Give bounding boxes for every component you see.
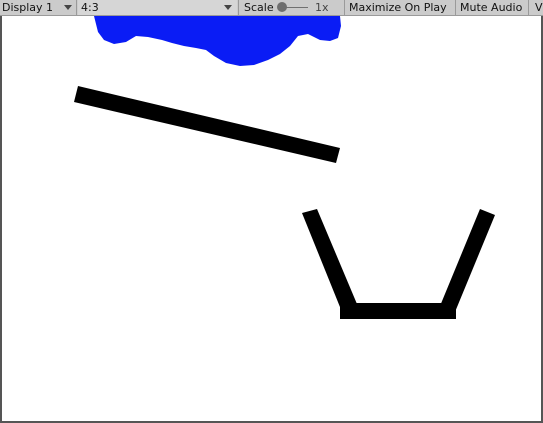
aspect-dropdown[interactable]: 4:3 xyxy=(78,0,237,15)
cup-left-wall xyxy=(302,209,357,312)
inclined-ramp xyxy=(74,86,340,163)
maximize-on-play-toggle[interactable]: Maximize On Play xyxy=(349,0,447,15)
game-scene xyxy=(74,16,495,319)
blue-liquid-blob xyxy=(94,16,341,66)
mute-audio-toggle[interactable]: Mute Audio xyxy=(460,0,522,15)
display-dropdown-arrow-icon[interactable] xyxy=(64,5,72,10)
game-view-canvas[interactable] xyxy=(0,16,543,423)
stats-toggle[interactable]: V xyxy=(535,0,543,15)
cup-bottom xyxy=(340,303,456,319)
scale-slider-thumb[interactable] xyxy=(277,2,287,12)
display-dropdown[interactable]: Display 1 xyxy=(2,0,53,15)
scale-label: Scale xyxy=(244,1,274,14)
toolbar-divider xyxy=(455,0,456,15)
aspect-dropdown-arrow-icon xyxy=(224,5,232,10)
scale-value: 1x xyxy=(315,1,329,14)
toolbar-divider xyxy=(76,0,77,15)
display-dropdown-label: Display 1 xyxy=(2,1,54,14)
toolbar-divider xyxy=(528,0,529,15)
toolbar-divider xyxy=(238,0,239,15)
cup-right-wall xyxy=(440,209,495,312)
toolbar-divider xyxy=(344,0,345,15)
aspect-dropdown-label: 4:3 xyxy=(81,1,99,14)
game-view-toolbar: Display 1 4:3 Scale 1x Maximize On Play … xyxy=(0,0,543,16)
